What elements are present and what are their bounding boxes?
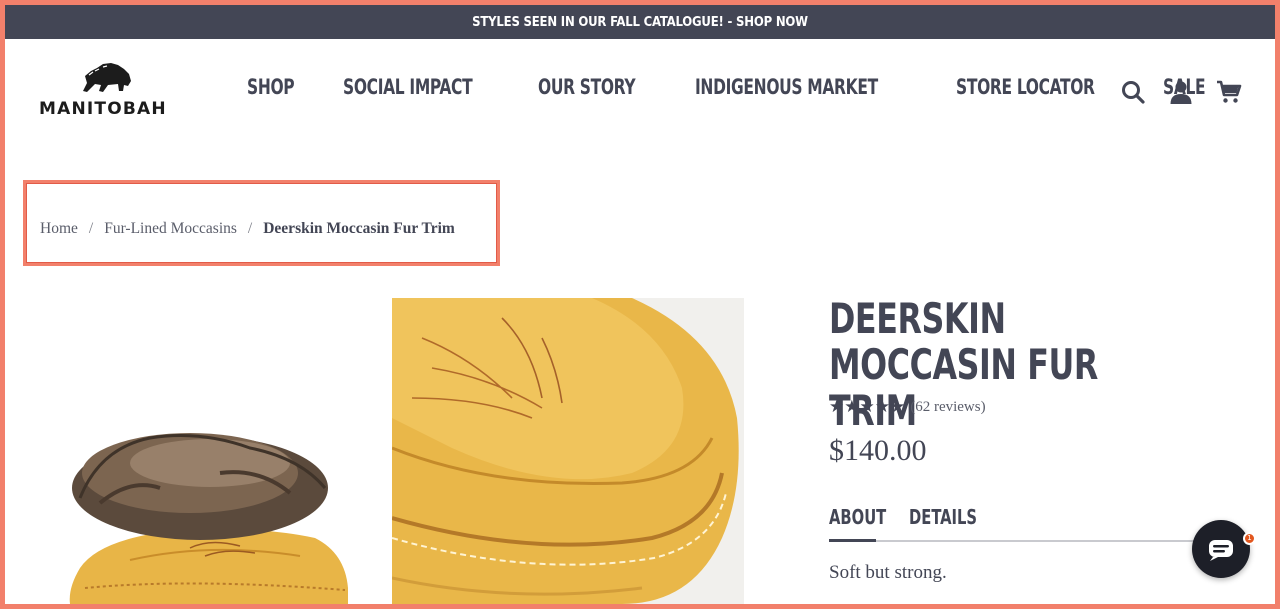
- breadcrumb-current: Deerskin Moccasin Fur Trim: [263, 220, 455, 237]
- account-icon[interactable]: [1168, 79, 1194, 105]
- tab-divider: [829, 540, 1194, 542]
- nav-item-store-locator[interactable]: STORE LOCATOR: [956, 75, 1095, 99]
- review-count[interactable]: (62 reviews): [910, 399, 985, 416]
- chat-badge: 1: [1243, 532, 1256, 545]
- tab-details[interactable]: DETAILS: [909, 505, 977, 529]
- product-rating[interactable]: ★★★★★ (62 reviews): [829, 397, 986, 417]
- breadcrumb-category[interactable]: Fur-Lined Moccasins: [104, 220, 237, 238]
- nav-item-our-story[interactable]: OUR STORY: [538, 75, 636, 99]
- main-nav: SHOP SOCIAL IMPACT OUR STORY INDIGENOUS …: [247, 75, 1253, 99]
- product-tabs: ABOUT DETAILS: [829, 505, 977, 529]
- tab-about[interactable]: ABOUT: [829, 505, 886, 529]
- about-text: Soft but strong.: [829, 562, 947, 583]
- chat-button[interactable]: [1192, 520, 1250, 578]
- breadcrumb-home[interactable]: Home: [40, 220, 78, 238]
- product-image-1[interactable]: [40, 298, 370, 604]
- announcement-bar[interactable]: STYLES SEEN IN OUR FALL CATALOGUE! - SHO…: [5, 5, 1275, 39]
- announcement-text[interactable]: STYLES SEEN IN OUR FALL CATALOGUE! - SHO…: [472, 15, 808, 30]
- product-price: $140.00: [829, 434, 927, 467]
- header-icons: [1120, 79, 1242, 105]
- brand-logo[interactable]: MANITOBAH: [39, 61, 173, 121]
- breadcrumb: Home / Fur-Lined Moccasins / Deerskin Mo…: [40, 220, 455, 238]
- breadcrumb-separator: /: [88, 220, 94, 237]
- product-image-2[interactable]: [392, 298, 744, 604]
- breadcrumb-separator: /: [247, 220, 253, 237]
- logo-text: MANITOBAH: [39, 99, 167, 119]
- nav-item-indigenous-market[interactable]: INDIGENOUS MARKET: [695, 75, 878, 99]
- nav-item-social-impact[interactable]: SOCIAL IMPACT: [343, 75, 473, 99]
- bison-logo-icon: [83, 63, 131, 92]
- chat-icon: [1209, 540, 1233, 561]
- site-header: MANITOBAH SHOP SOCIAL IMPACT OUR STORY I…: [5, 39, 1275, 139]
- nav-item-shop[interactable]: SHOP: [247, 75, 295, 99]
- search-icon[interactable]: [1120, 79, 1146, 105]
- cart-icon[interactable]: [1216, 79, 1242, 105]
- tab-active-indicator: [829, 539, 876, 542]
- rating-stars-icon: ★★★★★: [829, 397, 906, 416]
